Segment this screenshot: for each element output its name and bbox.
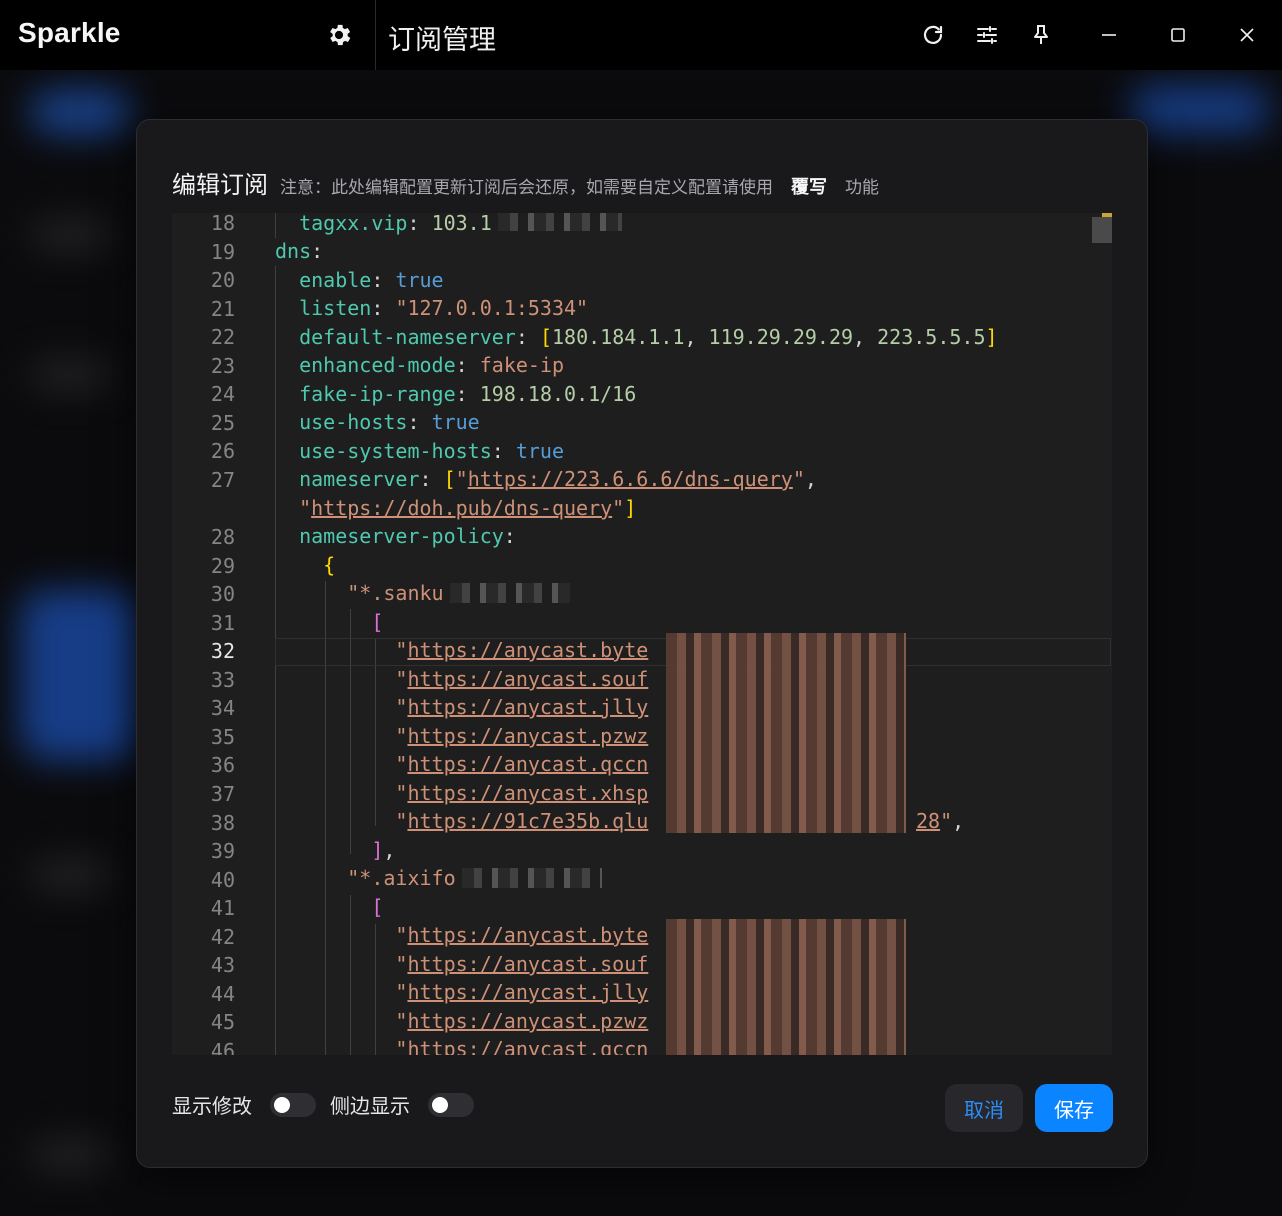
show-changes-label: 显示修改 (172, 1094, 252, 1118)
code-line-32: "https://anycast.byte (395, 638, 649, 662)
line-number (172, 495, 235, 523)
line-number: 39 (210, 839, 235, 863)
line-number: 44 (210, 982, 235, 1006)
show-changes-toggle[interactable] (270, 1092, 316, 1117)
line-number: 28 (210, 525, 235, 549)
line-number: 27 (210, 468, 235, 492)
line-number: 18 (210, 213, 235, 235)
code-line-19: dns: (275, 239, 324, 263)
code-line-20: enable: true (299, 268, 444, 292)
line-number: 38 (210, 811, 235, 835)
code-line-31: [ (371, 610, 384, 634)
code-line-42: "https://anycast.byte (395, 923, 649, 947)
code-line-18: tagxx.vip: 103.1 (299, 213, 492, 235)
line-number-gutter: 18 19 20 21 22 23 24 25 26 27 28 29 30 31 32 33 34 35 36 37… (172, 213, 252, 1055)
line-number: 29 (210, 554, 235, 578)
side-display-toggle[interactable] (428, 1092, 474, 1117)
redacted-block (462, 868, 602, 888)
toggle-knob (274, 1096, 290, 1113)
yaml-code-editor[interactable]: 18 19 20 21 22 23 24 25 26 27 28 29 30 31 32 33 34 35 36 37… (172, 213, 1112, 1055)
code-line-26: use-system-hosts: true (299, 439, 565, 463)
line-number: 22 (210, 325, 235, 349)
override-link[interactable]: 覆写 (791, 173, 827, 199)
redacted-block (498, 213, 622, 231)
redacted-block (666, 633, 906, 833)
page-title: 订阅管理 (388, 25, 496, 56)
code-line-23: enhanced-mode: fake-ip (299, 353, 565, 377)
dialog-note-suffix: 功能 (845, 178, 879, 198)
title-bar: Sparkle 订阅管理 (0, 0, 1282, 70)
code-line-22: default-nameserver: [180.184.1.1, 119.29… (299, 325, 998, 349)
code-line-38: "https://91c7e35b.qlu (395, 809, 649, 833)
line-number: 36 (210, 753, 235, 777)
line-number: 37 (210, 782, 235, 806)
maximize-icon[interactable] (1160, 17, 1196, 53)
code-line-44: "https://anycast.jlly (395, 980, 649, 1004)
refresh-icon[interactable] (915, 17, 951, 53)
dialog-note: 注意：此处编辑配置更新订阅后会还原，如需要自定义配置请使用 (280, 178, 773, 198)
pin-icon[interactable] (1023, 17, 1059, 53)
edit-subscription-dialog: 编辑订阅 注意：此处编辑配置更新订阅后会还原，如需要自定义配置请使用 覆写 功能… (136, 119, 1148, 1168)
line-number: 46 (210, 1039, 235, 1055)
side-display-label: 侧边显示 (330, 1094, 410, 1118)
code-line-27-wrap: "https://doh.pub/dns-query"] (299, 496, 637, 520)
line-number: 45 (210, 1010, 235, 1034)
line-number: 30 (210, 582, 235, 606)
line-number: 33 (210, 668, 235, 692)
code-line-37: "https://anycast.xhsp (395, 781, 649, 805)
titlebar-divider (375, 0, 376, 70)
line-number: 40 (210, 868, 235, 892)
code-line-21: listen: "127.0.0.1:5334" (299, 296, 589, 320)
dialog-title: 编辑订阅 (172, 171, 268, 199)
line-number: 26 (210, 439, 235, 463)
code-line-40: "*.aixifo (347, 866, 456, 890)
redacted-block (450, 583, 570, 603)
code-line-34: "https://anycast.jlly (395, 695, 649, 719)
dialog-header: 编辑订阅 注意：此处编辑配置更新订阅后会还原，如需要自定义配置请使用 覆写 功能 (172, 165, 879, 200)
code-line-25: use-hosts: true (299, 410, 480, 434)
toggle-knob (432, 1096, 448, 1113)
code-line-24: fake-ip-range: 198.18.0.1/16 (299, 382, 637, 406)
editor-scrollbar[interactable] (1092, 213, 1112, 1055)
scrollbar-thumb[interactable] (1092, 217, 1112, 243)
line-number: 42 (210, 925, 235, 949)
line-number: 34 (210, 696, 235, 720)
code-line-36: "https://anycast.qccn (395, 752, 649, 776)
save-button[interactable]: 保存 (1035, 1084, 1113, 1132)
code-line-39: ], (371, 838, 396, 862)
sliders-icon[interactable] (969, 17, 1005, 53)
settings-gear-icon[interactable] (321, 17, 357, 53)
close-icon[interactable] (1229, 17, 1265, 53)
code-line-28: nameserver-policy: (299, 524, 516, 548)
code-line-27: nameserver: ["https://223.6.6.6/dns-quer… (299, 467, 817, 491)
code-line-30: "*.sanku (347, 581, 444, 605)
minimize-icon[interactable] (1091, 17, 1127, 53)
cancel-button[interactable]: 取消 (945, 1084, 1023, 1132)
line-number: 19 (210, 240, 235, 264)
code-line-45: "https://anycast.pzwz (395, 1009, 649, 1033)
line-number: 43 (210, 953, 235, 977)
line-number: 31 (210, 611, 235, 635)
line-number: 35 (210, 725, 235, 749)
code-line-35: "https://anycast.pzwz (395, 724, 649, 748)
line-number: 23 (210, 354, 235, 378)
dialog-footer-options: 显示修改 侧边显示 (172, 1090, 488, 1119)
code-line-33: "https://anycast.souf (395, 667, 649, 691)
code-line-38-tail: 28", (916, 809, 965, 833)
code-line-29: { (323, 553, 336, 577)
code-line-41: [ (371, 895, 384, 919)
line-number: 24 (210, 382, 235, 406)
app-name: Sparkle (18, 17, 121, 48)
code-line-46: "https://anycast.qccn (395, 1037, 649, 1055)
redacted-block (666, 919, 906, 1055)
line-number: 41 (210, 896, 235, 920)
line-number: 25 (210, 411, 235, 435)
line-number: 32 (210, 639, 235, 663)
line-number: 20 (210, 268, 235, 292)
code-line-43: "https://anycast.souf (395, 952, 649, 976)
line-number: 21 (210, 297, 235, 321)
